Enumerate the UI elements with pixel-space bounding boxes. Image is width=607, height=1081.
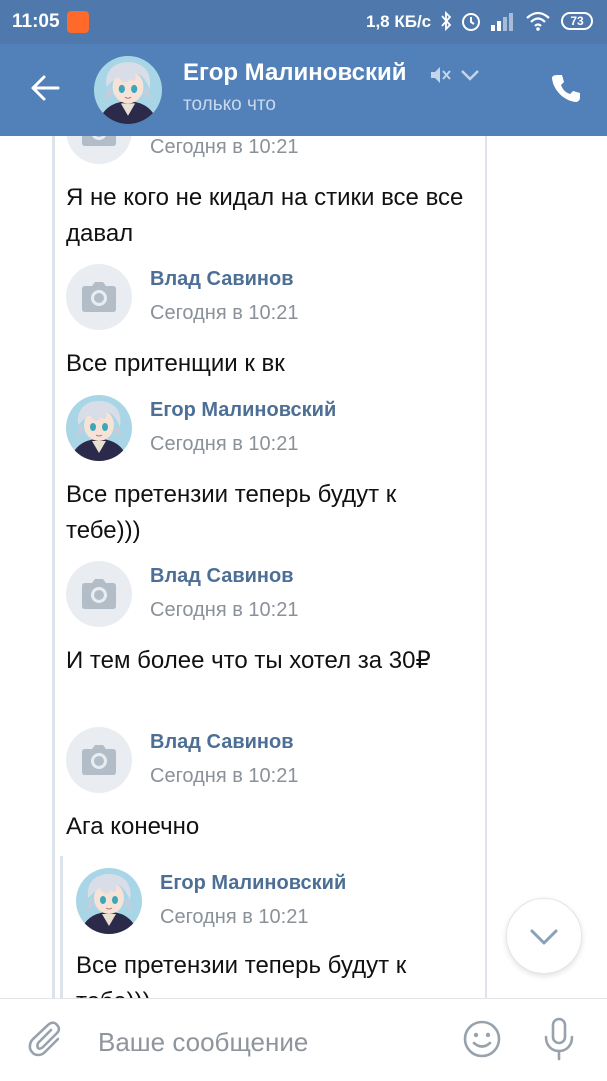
camera-icon bbox=[81, 136, 117, 146]
bluetooth-icon bbox=[441, 10, 452, 32]
smile-icon[interactable] bbox=[462, 1019, 502, 1059]
status-bar: 11:05 1,8 КБ/с 73 bbox=[0, 0, 607, 44]
message-text: Все претензии теперь будут к тебе))) bbox=[66, 481, 397, 544]
author-name[interactable]: Егор Малиновский bbox=[160, 872, 346, 895]
message-text: Все претензии теперь будут к тебе))) bbox=[76, 952, 407, 998]
alarm-icon bbox=[462, 13, 480, 31]
paperclip-icon[interactable] bbox=[28, 1021, 66, 1061]
author-name[interactable]: Егор Малиновский bbox=[150, 399, 336, 422]
author-avatar[interactable] bbox=[66, 561, 132, 627]
bubble-edge bbox=[485, 136, 487, 998]
contact-name[interactable]: Егор Малиновский bbox=[183, 59, 407, 87]
author-avatar[interactable] bbox=[66, 727, 132, 793]
author-avatar[interactable] bbox=[66, 264, 132, 330]
author-name[interactable]: Влад Савинов bbox=[150, 565, 294, 588]
message-input[interactable] bbox=[96, 1021, 440, 1063]
phone-icon[interactable] bbox=[550, 72, 582, 104]
author-name[interactable]: Влад Савинов bbox=[150, 268, 294, 291]
message-composer bbox=[0, 998, 607, 1081]
message-text: Ага конечно bbox=[66, 813, 200, 840]
author-name[interactable]: Влад Савинов bbox=[150, 731, 294, 754]
network-speed: 1,8 КБ/с bbox=[366, 12, 432, 31]
camera-icon bbox=[81, 745, 117, 775]
forward-thread-line bbox=[52, 136, 55, 998]
back-arrow-icon[interactable] bbox=[30, 72, 62, 104]
message-time: Сегодня в 10:21 bbox=[150, 765, 299, 787]
message-text: Я не кого не кидал на стики все все дава… bbox=[66, 184, 464, 247]
status-time: 11:05 bbox=[12, 11, 60, 32]
contact-status: только что bbox=[183, 94, 276, 115]
message-history[interactable]: Сегодня в 10:21 Я не кого не кидал на ст… bbox=[0, 136, 607, 998]
camera-icon bbox=[81, 579, 117, 609]
message-time: Сегодня в 10:21 bbox=[160, 906, 309, 928]
message-time: Сегодня в 10:21 bbox=[150, 433, 299, 455]
app-notification-icon bbox=[67, 11, 89, 33]
nested-thread-line bbox=[60, 856, 63, 998]
battery-indicator: 73 bbox=[561, 12, 593, 30]
camera-icon bbox=[81, 282, 117, 312]
author-avatar[interactable] bbox=[66, 136, 132, 164]
contact-avatar[interactable] bbox=[94, 56, 162, 124]
chat-header: Егор Малиновский только что bbox=[0, 44, 607, 136]
wifi-icon bbox=[526, 11, 550, 31]
mute-icon bbox=[431, 67, 451, 83]
message-time: Сегодня в 10:21 bbox=[150, 599, 299, 621]
author-avatar[interactable] bbox=[66, 395, 132, 461]
message-time: Сегодня в 10:21 bbox=[150, 136, 299, 158]
scroll-to-bottom-button[interactable] bbox=[506, 898, 582, 974]
message-text: И тем более что ты хотел за 30₽ bbox=[66, 647, 431, 674]
message-time: Сегодня в 10:21 bbox=[150, 302, 299, 324]
signal-icon bbox=[491, 13, 513, 31]
message-text: Все притенщии к вк bbox=[66, 350, 285, 377]
author-avatar[interactable] bbox=[76, 868, 142, 934]
microphone-icon[interactable] bbox=[542, 1017, 576, 1061]
chevron-down-icon[interactable] bbox=[460, 68, 480, 82]
chevron-down-icon bbox=[530, 929, 558, 945]
